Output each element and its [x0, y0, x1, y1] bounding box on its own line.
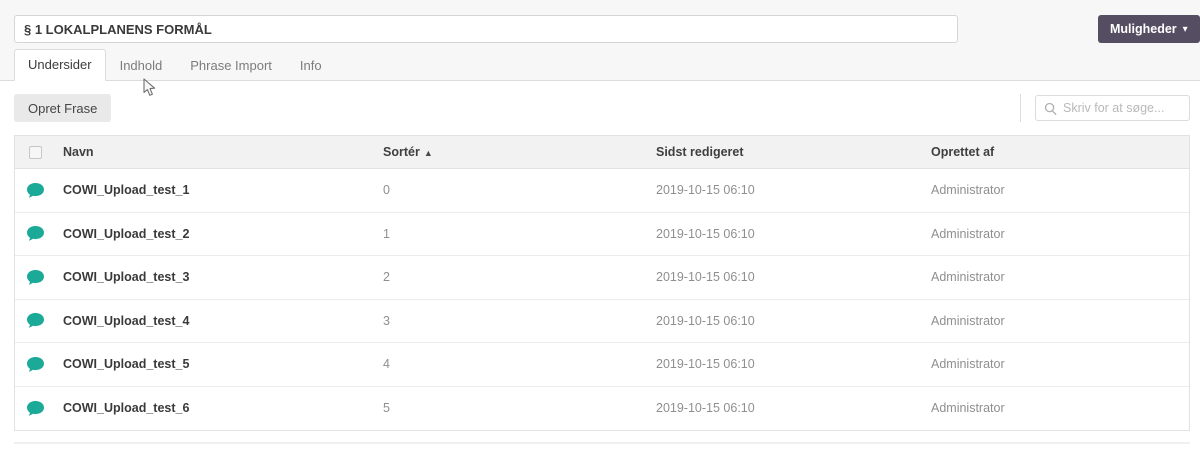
row-sort-value: 3 — [383, 313, 390, 328]
row-last-edited: 2019-10-15 06:10 — [656, 357, 755, 372]
search-box[interactable] — [1035, 95, 1190, 121]
row-last-edited: 2019-10-15 06:10 — [656, 226, 755, 241]
row-created-by: Administrator — [931, 183, 1005, 198]
column-header-oprettet-af[interactable]: Oprettet af — [931, 145, 1189, 159]
row-created-by: Administrator — [931, 270, 1005, 285]
tab-bar: Undersider Indhold Phrase Import Info — [14, 49, 336, 81]
search-icon — [1044, 102, 1057, 115]
options-button[interactable]: Muligheder ▾ — [1098, 15, 1200, 43]
speech-bubble-icon — [26, 356, 44, 372]
row-created-by: Administrator — [931, 357, 1005, 372]
create-phrase-button[interactable]: Opret Frase — [14, 94, 112, 122]
speech-bubble-icon — [26, 400, 44, 416]
row-name[interactable]: COWI_Upload_test_5 — [63, 357, 383, 371]
row-sort-value: 4 — [383, 357, 390, 372]
caret-down-icon: ▾ — [1182, 24, 1188, 35]
page: Muligheder ▾ Undersider Indhold Phrase I… — [0, 0, 1200, 449]
speech-bubble-icon — [26, 182, 44, 198]
speech-bubble-icon — [26, 226, 44, 242]
row-sort-value: 5 — [383, 401, 390, 416]
row-last-edited: 2019-10-15 06:10 — [656, 401, 755, 416]
row-last-edited: 2019-10-15 06:10 — [656, 270, 755, 285]
tab-phrase-import[interactable]: Phrase Import — [176, 50, 286, 81]
row-last-edited: 2019-10-15 06:10 — [656, 183, 755, 198]
sort-ascending-icon: ▲ — [423, 148, 433, 158]
table-row[interactable]: COWI_Upload_test_5 4 2019-10-15 06:10 Ad… — [15, 343, 1189, 387]
row-created-by: Administrator — [931, 313, 1005, 328]
row-name[interactable]: COWI_Upload_test_4 — [63, 314, 383, 328]
subpages-table: Navn Sortér ▲ Sidst redigeret Oprettet af… — [14, 135, 1190, 431]
column-header-sidst-redigeret[interactable]: Sidst redigeret — [656, 145, 931, 159]
row-name[interactable]: COWI_Upload_test_3 — [63, 270, 383, 284]
table-row[interactable]: COWI_Upload_test_1 0 2019-10-15 06:10 Ad… — [15, 169, 1189, 213]
row-created-by: Administrator — [931, 401, 1005, 416]
table-row[interactable]: COWI_Upload_test_6 5 2019-10-15 06:10 Ad… — [15, 386, 1189, 430]
tab-undersider[interactable]: Undersider — [14, 49, 106, 81]
row-name[interactable]: COWI_Upload_test_2 — [63, 227, 383, 241]
options-button-label: Muligheder — [1110, 22, 1177, 36]
bottom-divider — [14, 442, 1190, 444]
table-row[interactable]: COWI_Upload_test_2 1 2019-10-15 06:10 Ad… — [15, 212, 1189, 256]
row-last-edited: 2019-10-15 06:10 — [656, 313, 755, 328]
page-title-input[interactable] — [14, 15, 958, 43]
speech-bubble-icon — [26, 269, 44, 285]
tab-info[interactable]: Info — [286, 50, 336, 81]
column-header-navn[interactable]: Navn — [63, 145, 383, 159]
row-sort-value: 1 — [383, 226, 390, 241]
header-band: Muligheder ▾ Undersider Indhold Phrase I… — [0, 0, 1200, 81]
row-name[interactable]: COWI_Upload_test_1 — [63, 183, 383, 197]
table-header-row: Navn Sortér ▲ Sidst redigeret Oprettet af — [15, 136, 1189, 169]
row-name[interactable]: COWI_Upload_test_6 — [63, 401, 383, 415]
tab-indhold[interactable]: Indhold — [106, 50, 177, 81]
table-row[interactable]: COWI_Upload_test_4 3 2019-10-15 06:10 Ad… — [15, 299, 1189, 343]
row-sort-value: 2 — [383, 270, 390, 285]
search-input[interactable] — [1063, 101, 1181, 115]
row-sort-value: 0 — [383, 183, 390, 198]
row-created-by: Administrator — [931, 226, 1005, 241]
column-header-sorter[interactable]: Sortér ▲ — [383, 145, 656, 159]
table-row[interactable]: COWI_Upload_test_3 2 2019-10-15 06:10 Ad… — [15, 256, 1189, 300]
toolbar-divider — [1020, 94, 1021, 122]
speech-bubble-icon — [26, 313, 44, 329]
select-all-checkbox[interactable] — [28, 145, 42, 159]
